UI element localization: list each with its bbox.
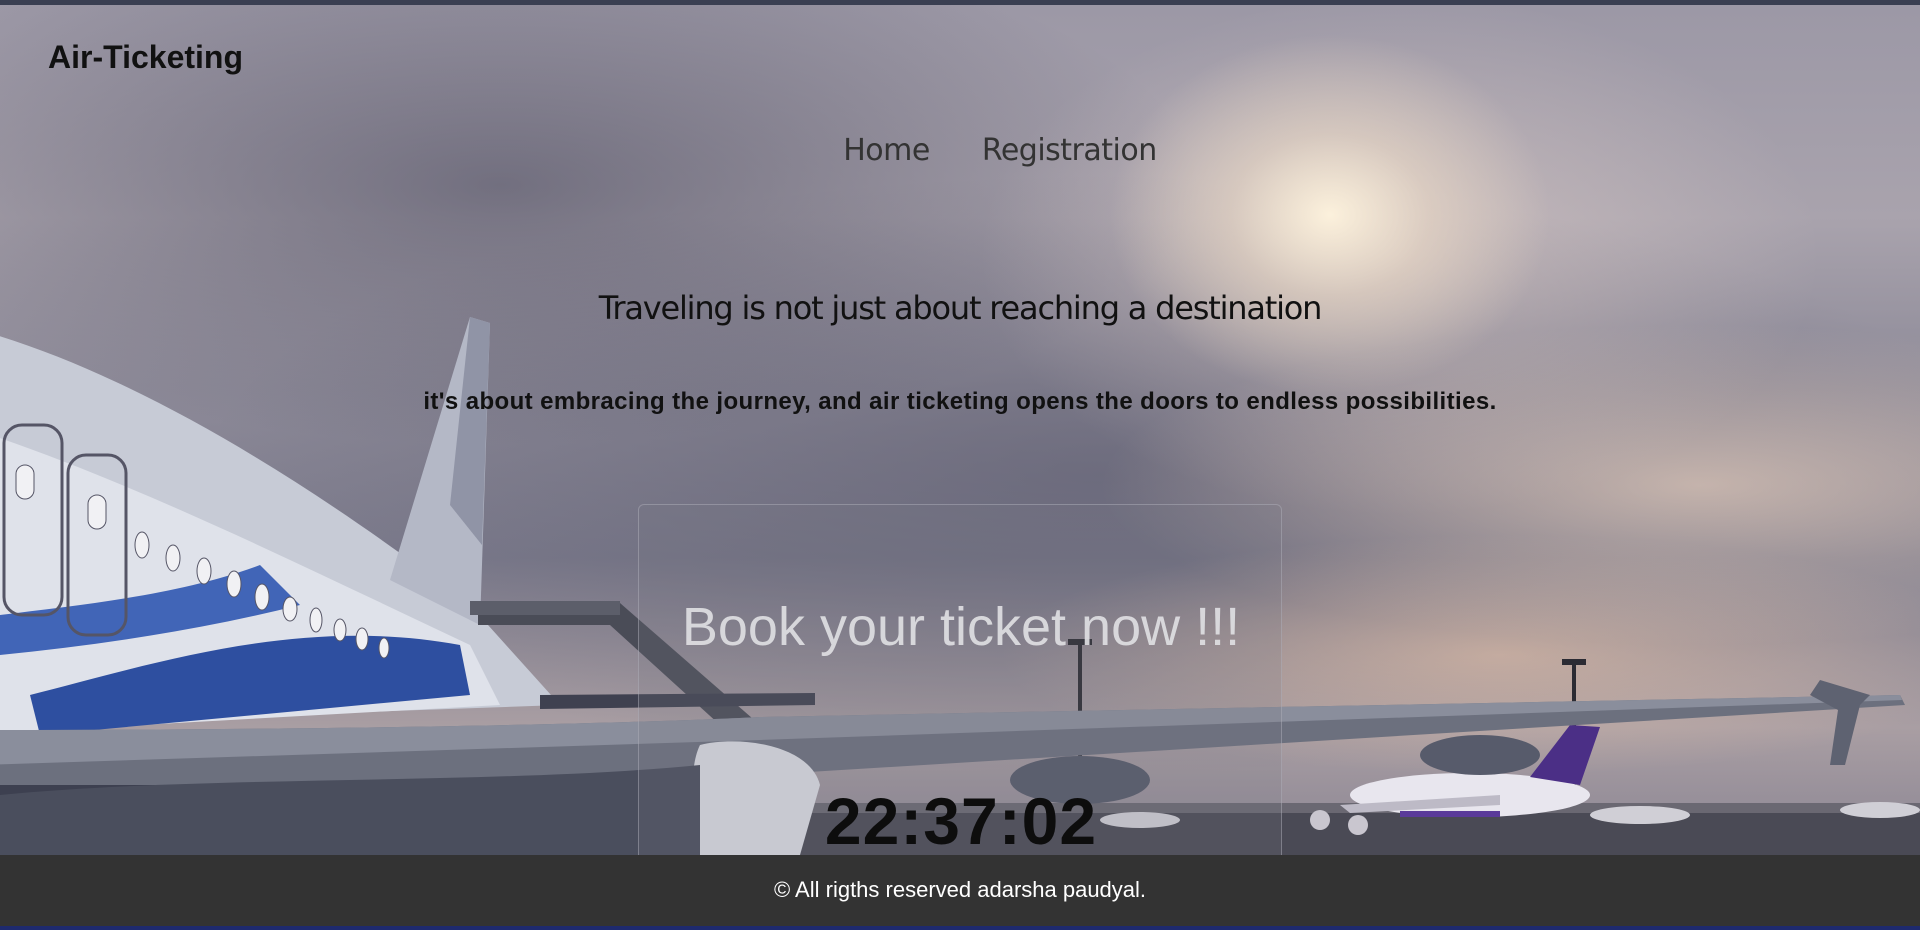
bottom-strip: [0, 926, 1920, 930]
footer: © All rigths reserved adarsha paudyal.: [0, 855, 1920, 930]
hero-tagline: it's about embracing the journey, and ai…: [423, 388, 1497, 415]
book-ticket-card[interactable]: Book your ticket now !!! 22:37:02: [638, 504, 1282, 855]
live-clock: 22:37:02: [824, 784, 1098, 855]
hero-headline: Traveling is not just about reaching a d…: [598, 289, 1323, 327]
nav-item-registration[interactable]: Registration: [982, 133, 1157, 168]
hero-background-image: Air-Ticketing Home Registration Travelin…: [0, 5, 1920, 855]
nav-item-home[interactable]: Home: [843, 133, 930, 168]
page: Air-Ticketing Home Registration Travelin…: [0, 0, 1920, 930]
top-strip: [0, 0, 1920, 5]
brand-logo-text[interactable]: Air-Ticketing: [48, 39, 243, 76]
main-nav: Home Registration: [0, 133, 1920, 168]
footer-copyright: © All rigths reserved adarsha paudyal.: [773, 876, 1147, 902]
book-ticket-title[interactable]: Book your ticket now !!!: [679, 595, 1243, 659]
